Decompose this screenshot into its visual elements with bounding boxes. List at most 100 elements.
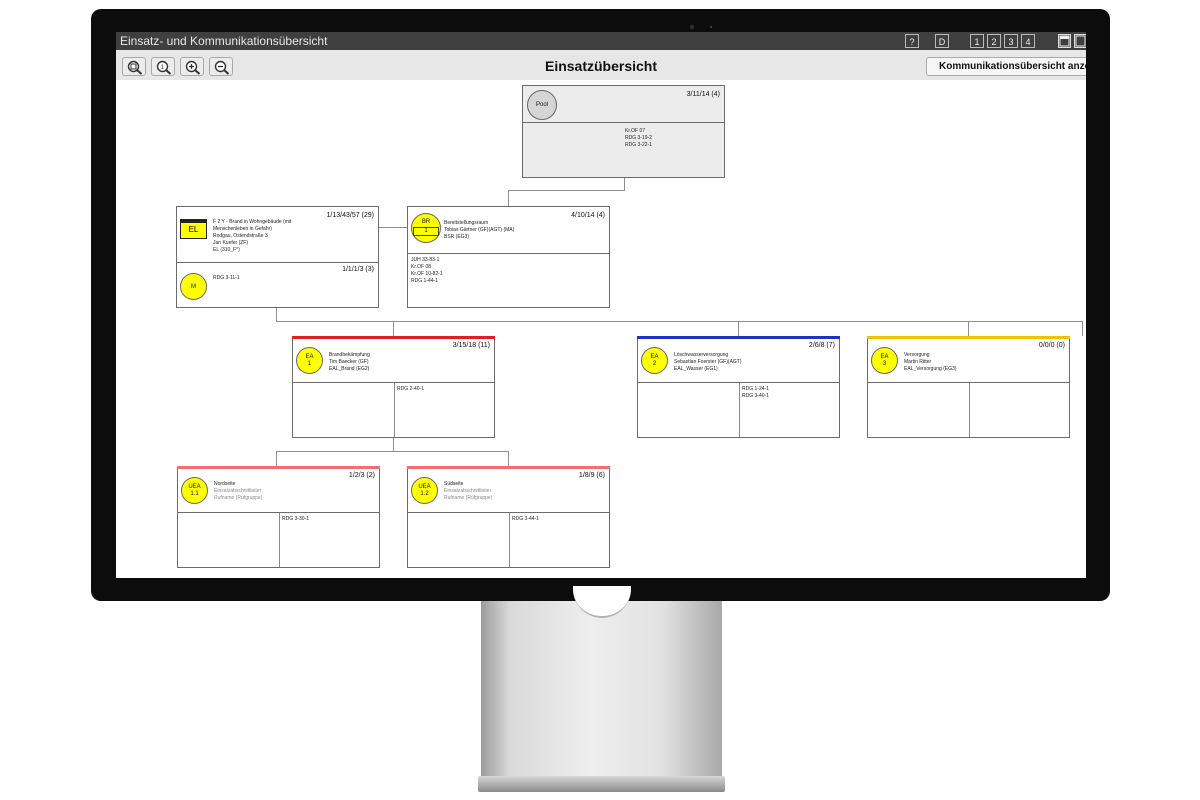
pool-unit[interactable]: Pool 3/11/14 (4) Kr.OF 07 RDG 3-19-2 RDG… bbox=[522, 85, 725, 178]
connector-uea11 bbox=[276, 451, 277, 466]
connector-ea3 bbox=[968, 321, 969, 336]
br-info-line: Tobias Gärtner (GF)(AGT) (MA) bbox=[444, 227, 515, 233]
layout-3-button[interactable]: 3 bbox=[1004, 34, 1018, 48]
resource-item[interactable]: RDG 3-22-1 bbox=[625, 142, 652, 149]
resource-item[interactable]: RDG 3-11-1 bbox=[213, 275, 240, 282]
ea1-counts: 3/15/18 (11) bbox=[452, 342, 490, 349]
resource-item[interactable]: RDG 3-19-2 bbox=[625, 135, 652, 142]
resource-item[interactable]: JUH 33-83-1 bbox=[411, 257, 443, 264]
br-counts: 4/10/14 (4) bbox=[571, 212, 605, 219]
ea2-color-bar bbox=[637, 336, 840, 339]
connector-ea2 bbox=[738, 321, 739, 336]
ea3-color-bar bbox=[867, 336, 1070, 339]
uea11-info-line: Rufname (Rufgruppe) bbox=[214, 495, 263, 501]
resource-item[interactable]: RDG 1-24-1 bbox=[742, 386, 769, 393]
operation-diagram: Pool 3/11/14 (4) Kr.OF 07 RDG 3-19-2 RDG… bbox=[116, 80, 1086, 578]
toolbar: 1 Einsatzübersicht Kommunikationsübersic… bbox=[116, 50, 1086, 80]
br-info-line: Bereitstellungsraum bbox=[444, 220, 489, 226]
resource-item[interactable]: Kr.OF 07 bbox=[625, 128, 652, 135]
connector-ea-end bbox=[1082, 321, 1083, 336]
uea12-counts: 1/8/9 (6) bbox=[578, 472, 605, 479]
d-button[interactable]: D bbox=[935, 34, 949, 48]
resource-item[interactable]: RDG 3-40-1 bbox=[742, 393, 769, 400]
ea3-unit[interactable]: EA 3 0/0/0 (0) Versorgung Martin Ritter … bbox=[867, 336, 1070, 438]
uea12-info-line: Einsatzabschnittleiter bbox=[444, 488, 492, 494]
sensor-dot bbox=[710, 26, 712, 28]
resource-item[interactable]: RDG 3-44-1 bbox=[512, 516, 539, 523]
pool-resource-list: Kr.OF 07 RDG 3-19-2 RDG 3-22-1 bbox=[625, 128, 652, 149]
uea11-info: Nordseite Einsatzabschnittleiter Rufname… bbox=[214, 481, 262, 502]
uea11-info-line: Nordseite bbox=[214, 481, 236, 487]
monitor-stand bbox=[481, 601, 722, 777]
uea12-unit[interactable]: UEA 1.2 1/8/9 (6) Südseite Einsatzabschn… bbox=[407, 466, 610, 568]
br-info-line: BSR (EG3) bbox=[444, 234, 470, 240]
ea3-info-line: Versorgung bbox=[904, 352, 930, 358]
resource-item[interactable]: Kr.OF 10-82-1 bbox=[411, 271, 443, 278]
ea1-info-line: EAL_Brand (EG2) bbox=[329, 366, 370, 372]
el-info-line: F 2 Y - Brand in Wohngebäude (mit bbox=[213, 219, 292, 225]
layout-4-button[interactable]: 4 bbox=[1021, 34, 1035, 48]
connector-ea-bus bbox=[276, 321, 1083, 322]
ea3-counts: 0/0/0 (0) bbox=[1038, 342, 1065, 349]
resource-item[interactable]: RDG 3-30-1 bbox=[282, 516, 309, 523]
ea2-info-line: EAL_Wasser (EG1) bbox=[674, 366, 718, 372]
br-info: Bereitstellungsraum Tobias Gärtner (GF)(… bbox=[444, 220, 514, 241]
el-resource-list: RDG 3-11-1 bbox=[213, 275, 240, 282]
ea2-counts: 2/6/8 (7) bbox=[808, 342, 835, 349]
divider bbox=[408, 253, 609, 254]
app-screen: Einsatz- und Kommunikationsübersicht ? D… bbox=[116, 32, 1086, 578]
ea3-badge: EA 3 bbox=[871, 347, 898, 374]
el-counts: 1/13/43/57 (29) bbox=[326, 212, 374, 219]
title-bar: Einsatz- und Kommunikationsübersicht ? D… bbox=[116, 32, 1086, 50]
ea1-info: Brandbekämpfung Tim Baecker (GF) EAL_Bra… bbox=[329, 352, 370, 373]
window-title: Einsatz- und Kommunikationsübersicht bbox=[120, 34, 328, 48]
br-unit[interactable]: BR 1 4/10/14 (4) Bereitstellungsraum Tob… bbox=[407, 206, 610, 308]
column-divider bbox=[969, 383, 970, 437]
ea2-badge: EA 2 bbox=[641, 347, 668, 374]
ea1-info-line: Brandbekämpfung bbox=[329, 352, 370, 358]
column-divider bbox=[279, 513, 280, 567]
camera-dot bbox=[690, 25, 694, 29]
br-resource-list: JUH 33-83-1 Kr.OF 08 Kr.OF 10-82-1 RDG 1… bbox=[411, 257, 443, 285]
ea1-color-bar bbox=[292, 336, 495, 339]
connector-el-br bbox=[378, 227, 408, 228]
ea2-info: Löschwasserversorgung Sebastian Foerster… bbox=[674, 352, 742, 373]
connector-uea12 bbox=[508, 451, 509, 466]
br-badge-line2: 1 bbox=[413, 227, 439, 236]
connector-pool-h bbox=[508, 190, 625, 191]
uea11-color-bar bbox=[177, 466, 380, 469]
uea11-unit[interactable]: UEA 1.1 1/2/3 (2) Nordseite Einsatzabsch… bbox=[177, 466, 380, 568]
ea1-unit[interactable]: EA 1 3/15/18 (11) Brandbekämpfung Tim Ba… bbox=[292, 336, 495, 438]
uea11-badge-line2: 1.1 bbox=[190, 491, 199, 497]
restore-window-icon[interactable] bbox=[1058, 34, 1071, 48]
maximize-window-icon[interactable] bbox=[1074, 34, 1086, 48]
uea11-resource-list: RDG 3-30-1 bbox=[282, 516, 309, 523]
ea1-info-line: Tim Baecker (GF) bbox=[329, 359, 369, 365]
el-info: F 2 Y - Brand in Wohngebäude (mit Mensch… bbox=[213, 219, 291, 254]
uea12-info: Südseite Einsatzabschnittleiter Rufname … bbox=[444, 481, 492, 502]
ea2-info-line: Sebastian Foerster (GF)(AGT) bbox=[674, 359, 742, 365]
monitor-foot bbox=[478, 776, 725, 792]
column-divider bbox=[394, 383, 395, 437]
layout-2-button[interactable]: 2 bbox=[987, 34, 1001, 48]
resource-item[interactable]: RDG 2-40-1 bbox=[397, 386, 424, 393]
pool-label: Pool bbox=[535, 102, 548, 108]
column-divider bbox=[509, 513, 510, 567]
el-unit[interactable]: EL 1/13/43/57 (29) F 2 Y - Brand in Wohn… bbox=[176, 206, 379, 308]
br-badge: BR 1 bbox=[411, 213, 441, 243]
ea2-unit[interactable]: EA 2 2/6/8 (7) Löschwasserversorgung Seb… bbox=[637, 336, 840, 438]
ea1-resource-list: RDG 2-40-1 bbox=[397, 386, 424, 393]
uea12-color-bar bbox=[407, 466, 610, 469]
help-button[interactable]: ? bbox=[905, 34, 919, 48]
el-info-line: Rodgau, Ostendstraße 3 bbox=[213, 233, 268, 239]
uea11-info-line: Einsatzabschnittleiter bbox=[214, 488, 262, 494]
show-communication-overview-button[interactable]: Kommunikationsübersicht anzeigen bbox=[926, 57, 1086, 76]
connector-ea1-down bbox=[393, 437, 394, 451]
uea12-info-line: Rufname (Rufgruppe) bbox=[444, 495, 493, 501]
resource-item[interactable]: Kr.OF 08 bbox=[411, 264, 443, 271]
layout-1-button[interactable]: 1 bbox=[970, 34, 984, 48]
el-info-line: Menschenleben in Gefahr) bbox=[213, 226, 272, 232]
resource-item[interactable]: RDG 1-44-1 bbox=[411, 278, 443, 285]
ea3-info: Versorgung Martin Ritter EAL_Versorgung … bbox=[904, 352, 957, 373]
connector-el-down bbox=[276, 308, 277, 322]
